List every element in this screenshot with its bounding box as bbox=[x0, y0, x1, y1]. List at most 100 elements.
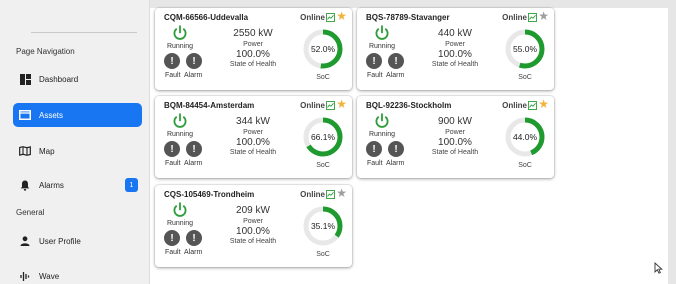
asset-name[interactable]: CQM-66566-Uddevalla bbox=[164, 13, 248, 22]
fault-indicator-icon: ! bbox=[164, 53, 180, 69]
wave-icon bbox=[19, 270, 31, 282]
soc-label: SoC bbox=[316, 251, 330, 258]
running-label: Running bbox=[368, 131, 396, 138]
alarm-count-badge: 1 bbox=[125, 178, 138, 192]
soc-value: 66.1% bbox=[310, 132, 336, 142]
sidebar-item-user-profile[interactable]: User Profile bbox=[13, 229, 142, 253]
soc-label: SoC bbox=[518, 162, 532, 169]
asset-card[interactable]: BQM-84454-Amsterdam Online ★ Running ! !… bbox=[155, 96, 352, 178]
soc-value: 55.0% bbox=[512, 44, 538, 54]
running-label: Running bbox=[166, 131, 194, 138]
soc-value: 52.0% bbox=[310, 44, 336, 54]
soh-label: State of Health bbox=[431, 149, 479, 156]
soc-label: SoC bbox=[518, 74, 532, 81]
favorite-star-icon[interactable]: ★ bbox=[538, 98, 549, 110]
online-chart-icon bbox=[326, 13, 335, 22]
fault-label: Fault bbox=[165, 249, 181, 256]
power-label: Power bbox=[243, 41, 263, 48]
fault-indicator-icon: ! bbox=[366, 53, 382, 69]
power-value: 2550 kW bbox=[233, 28, 273, 39]
sidebar-item-alarms[interactable]: Alarms 1 bbox=[13, 173, 142, 197]
asset-name[interactable]: CQS-105469-Trondheim bbox=[164, 190, 254, 199]
power-label: Power bbox=[243, 218, 263, 225]
fault-indicator-icon: ! bbox=[366, 141, 382, 157]
favorite-star-icon[interactable]: ★ bbox=[336, 10, 347, 22]
power-value: 344 kW bbox=[236, 116, 270, 127]
running-label: Running bbox=[166, 220, 194, 227]
alarm-indicator-icon: ! bbox=[186, 230, 202, 246]
soh-value: 100.0% bbox=[236, 226, 270, 237]
alarm-indicator-icon: ! bbox=[186, 141, 202, 157]
power-icon bbox=[173, 25, 187, 40]
alarm-indicator-icon: ! bbox=[186, 53, 202, 69]
soh-label: State of Health bbox=[229, 149, 277, 156]
sidebar-item-wave[interactable]: Wave bbox=[13, 264, 142, 284]
asset-name[interactable]: BQM-84454-Amsterdam bbox=[164, 101, 254, 110]
alarm-label: Alarm bbox=[386, 72, 405, 79]
fault-label: Fault bbox=[367, 72, 383, 79]
soh-value: 100.0% bbox=[236, 49, 270, 60]
assets-main-area: CQM-66566-Uddevalla Online ★ Running ! !… bbox=[150, 8, 668, 284]
user-icon bbox=[19, 235, 31, 247]
online-chart-icon bbox=[528, 101, 537, 110]
dashboard-icon bbox=[19, 73, 31, 85]
soh-value: 100.0% bbox=[438, 49, 472, 60]
favorite-star-icon[interactable]: ★ bbox=[336, 98, 347, 110]
sidebar: Page Navigation Dashboard Assets Map Ala… bbox=[0, 0, 150, 284]
online-status: Online bbox=[300, 13, 325, 22]
online-chart-icon bbox=[326, 101, 335, 110]
fault-label: Fault bbox=[367, 160, 383, 167]
asset-card[interactable]: BQL-92236-Stockholm Online ★ Running ! !… bbox=[357, 96, 554, 178]
alarm-label: Alarm bbox=[386, 160, 405, 167]
sidebar-item-label: Dashboard bbox=[39, 74, 79, 84]
asset-card[interactable]: CQM-66566-Uddevalla Online ★ Running ! !… bbox=[155, 8, 352, 90]
assets-icon bbox=[19, 109, 31, 121]
sidebar-item-dashboard[interactable]: Dashboard bbox=[13, 67, 142, 91]
online-status: Online bbox=[300, 190, 325, 199]
power-label: Power bbox=[243, 129, 263, 136]
power-value: 900 kW bbox=[438, 116, 472, 127]
soh-label: State of Health bbox=[229, 61, 277, 68]
map-icon bbox=[19, 145, 31, 157]
favorite-star-icon[interactable]: ★ bbox=[538, 10, 549, 22]
online-chart-icon bbox=[528, 13, 537, 22]
power-icon bbox=[375, 113, 389, 128]
sidebar-item-label: Alarms bbox=[39, 180, 64, 190]
fault-indicator-icon: ! bbox=[164, 230, 180, 246]
running-label: Running bbox=[368, 43, 396, 50]
power-value: 209 kW bbox=[236, 205, 270, 216]
soc-value: 35.1% bbox=[310, 221, 336, 231]
asset-name[interactable]: BQS-78789-Stavanger bbox=[366, 13, 450, 22]
power-label: Power bbox=[445, 129, 465, 136]
soh-value: 100.0% bbox=[236, 137, 270, 148]
fault-label: Fault bbox=[165, 160, 181, 167]
running-label: Running bbox=[166, 43, 194, 50]
sidebar-item-map[interactable]: Map bbox=[13, 139, 142, 163]
alarm-indicator-icon: ! bbox=[388, 53, 404, 69]
alarm-label: Alarm bbox=[184, 160, 203, 167]
soh-value: 100.0% bbox=[438, 137, 472, 148]
alarm-indicator-icon: ! bbox=[388, 141, 404, 157]
sidebar-item-label: Assets bbox=[39, 110, 64, 120]
soc-value: 44.0% bbox=[512, 132, 538, 142]
soc-label: SoC bbox=[316, 162, 330, 169]
asset-card[interactable]: CQS-105469-Trondheim Online ★ Running ! … bbox=[155, 185, 352, 267]
online-status: Online bbox=[502, 13, 527, 22]
sidebar-item-label: Map bbox=[39, 146, 55, 156]
power-icon bbox=[173, 113, 187, 128]
power-value: 440 kW bbox=[438, 28, 472, 39]
asset-name[interactable]: BQL-92236-Stockholm bbox=[366, 101, 451, 110]
power-icon bbox=[375, 25, 389, 40]
sidebar-item-label: Wave bbox=[39, 271, 60, 281]
bell-icon bbox=[19, 179, 31, 191]
online-status: Online bbox=[502, 101, 527, 110]
online-status: Online bbox=[300, 101, 325, 110]
alarm-label: Alarm bbox=[184, 72, 203, 79]
power-label: Power bbox=[445, 41, 465, 48]
asset-card[interactable]: BQS-78789-Stavanger Online ★ Running ! !… bbox=[357, 8, 554, 90]
online-chart-icon bbox=[326, 190, 335, 199]
mouse-cursor-icon bbox=[654, 262, 663, 274]
sidebar-item-assets[interactable]: Assets bbox=[13, 103, 142, 127]
sidebar-divider bbox=[31, 32, 137, 33]
favorite-star-icon[interactable]: ★ bbox=[336, 187, 347, 199]
